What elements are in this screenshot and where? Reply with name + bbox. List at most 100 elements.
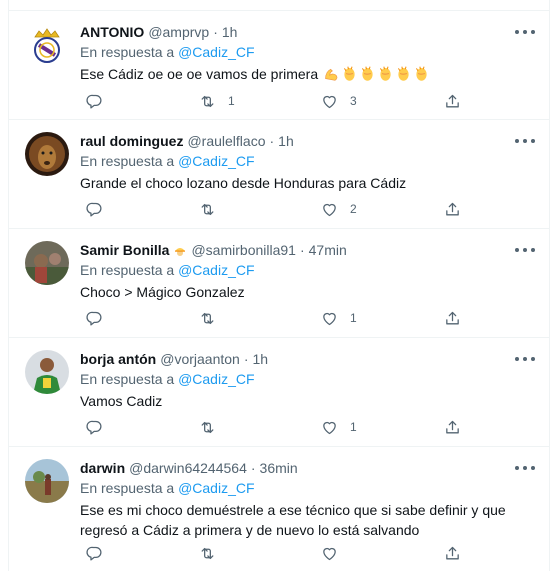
- share-button[interactable]: [444, 199, 461, 219]
- share-icon: [444, 93, 461, 110]
- display-name[interactable]: ANTONIO: [80, 23, 144, 42]
- reply-prefix: En respuesta a: [80, 44, 175, 60]
- clapping-hands-emoji-icon: [377, 65, 394, 82]
- reply-icon: [86, 93, 103, 110]
- user-handle[interactable]: @darwin64244564: [129, 459, 247, 478]
- like-button[interactable]: [321, 543, 350, 563]
- timestamp[interactable]: 1h: [253, 350, 269, 369]
- mention-link[interactable]: @Cadiz_CF: [178, 153, 254, 169]
- separator: ·: [243, 351, 249, 367]
- mention-link[interactable]: @Cadiz_CF: [178, 262, 254, 278]
- share-icon: [444, 545, 461, 562]
- display-name[interactable]: raul dominguez: [80, 132, 183, 151]
- tweet-header: darwin @darwin64244564 · 36min: [80, 459, 533, 478]
- separator: ·: [299, 242, 305, 258]
- reply-prefix: En respuesta a: [80, 480, 175, 496]
- reply-icon: [86, 310, 103, 327]
- avatar[interactable]: [25, 459, 69, 503]
- reply-button[interactable]: [86, 91, 115, 111]
- avatar[interactable]: [25, 132, 69, 176]
- tweet-actions: 2: [80, 199, 470, 219]
- separator: ·: [250, 460, 256, 476]
- reply-button[interactable]: [86, 308, 115, 328]
- user-handle[interactable]: @raulelflaco: [187, 132, 265, 151]
- share-button[interactable]: [444, 417, 461, 437]
- reply-icon: [86, 545, 103, 562]
- tweet-actions: 1: [80, 417, 470, 437]
- tweet[interactable]: ANTONIO @amprvp · 1h En respuesta a @Cad…: [9, 10, 549, 120]
- retweet-button[interactable]: [199, 308, 228, 328]
- tweet[interactable]: borja antón @vorjaanton · 1h En respuest…: [9, 338, 549, 447]
- retweet-button[interactable]: 1: [199, 91, 235, 111]
- reply-context: En respuesta a @Cadiz_CF: [80, 479, 533, 498]
- share-icon: [444, 201, 461, 218]
- retweet-icon: [199, 310, 216, 327]
- like-button[interactable]: 1: [321, 308, 357, 328]
- reply-button[interactable]: [86, 543, 115, 563]
- tweet-content: raul dominguez @raulelflaco · 1h En resp…: [80, 132, 533, 193]
- share-button[interactable]: [444, 91, 461, 111]
- share-button[interactable]: [444, 308, 461, 328]
- tweet-header: borja antón @vorjaanton · 1h: [80, 350, 533, 369]
- retweet-count: 1: [228, 94, 235, 108]
- reply-button[interactable]: [86, 417, 115, 437]
- like-button[interactable]: 3: [321, 91, 357, 111]
- tweet-header: ANTONIO @amprvp · 1h: [80, 23, 533, 42]
- user-handle[interactable]: @samirbonilla91: [191, 241, 295, 260]
- tweet-actions: [80, 543, 470, 563]
- tweet[interactable]: darwin @darwin64244564 · 36min En respue…: [9, 447, 549, 571]
- heart-icon: [321, 93, 338, 110]
- retweet-icon: [199, 93, 216, 110]
- clapping-hands-emoji-icon: [395, 65, 412, 82]
- avatar[interactable]: [25, 23, 69, 67]
- tweet[interactable]: Samir Bonilla @samirbonilla91 · 47min En…: [9, 229, 549, 338]
- tweet-text: Ese es mi choco demuéstrele a ese técnic…: [80, 502, 506, 538]
- reply-icon: [86, 201, 103, 218]
- tweet-header: Samir Bonilla @samirbonilla91 · 47min: [80, 241, 533, 260]
- like-button[interactable]: 1: [321, 417, 357, 437]
- display-name[interactable]: borja antón: [80, 350, 156, 369]
- retweet-button[interactable]: [199, 543, 228, 563]
- flexed-biceps-emoji-icon: [323, 65, 340, 82]
- tweet-content: ANTONIO @amprvp · 1h En respuesta a @Cad…: [80, 23, 533, 84]
- share-button[interactable]: [444, 543, 461, 563]
- display-name[interactable]: Samir Bonilla: [80, 241, 169, 260]
- tweet-text: Choco > Mágico Gonzalez: [80, 284, 245, 300]
- timestamp[interactable]: 47min: [309, 241, 347, 260]
- more-options-icon[interactable]: [515, 134, 535, 148]
- timestamp[interactable]: 1h: [278, 132, 294, 151]
- more-options-icon[interactable]: [515, 243, 535, 257]
- mention-link[interactable]: @Cadiz_CF: [178, 480, 254, 496]
- tweet-content: Samir Bonilla @samirbonilla91 · 47min En…: [80, 241, 533, 302]
- user-handle[interactable]: @vorjaanton: [160, 350, 240, 369]
- retweet-button[interactable]: [199, 199, 228, 219]
- more-options-icon[interactable]: [515, 461, 535, 475]
- avatar[interactable]: [25, 241, 69, 285]
- mention-link[interactable]: @Cadiz_CF: [178, 371, 254, 387]
- timestamp[interactable]: 36min: [260, 459, 298, 478]
- reply-context: En respuesta a @Cadiz_CF: [80, 152, 533, 171]
- reply-context: En respuesta a @Cadiz_CF: [80, 261, 533, 280]
- tweet-content: darwin @darwin64244564 · 36min En respue…: [80, 459, 533, 540]
- tweet-actions: 1 3: [80, 91, 470, 111]
- user-handle[interactable]: @amprvp: [148, 23, 209, 42]
- tweet-actions: 1: [80, 308, 470, 328]
- reply-prefix: En respuesta a: [80, 262, 175, 278]
- retweet-button[interactable]: [199, 417, 228, 437]
- tweet-content: borja antón @vorjaanton · 1h En respuest…: [80, 350, 533, 411]
- tweet-text: Grande el choco lozano desde Honduras pa…: [80, 175, 407, 191]
- timestamp[interactable]: 1h: [222, 23, 238, 42]
- more-options-icon[interactable]: [515, 25, 535, 39]
- reply-button[interactable]: [86, 199, 115, 219]
- display-name[interactable]: darwin: [80, 459, 125, 478]
- tweet[interactable]: raul dominguez @raulelflaco · 1h En resp…: [9, 120, 549, 229]
- mention-link[interactable]: @Cadiz_CF: [178, 44, 254, 60]
- avatar[interactable]: [25, 350, 69, 394]
- more-options-icon[interactable]: [515, 352, 535, 366]
- reply-context: En respuesta a @Cadiz_CF: [80, 43, 533, 62]
- tweet-header: raul dominguez @raulelflaco · 1h: [80, 132, 533, 151]
- heart-icon: [321, 310, 338, 327]
- like-count: 3: [350, 94, 357, 108]
- clapping-hands-emoji-icon: [341, 65, 358, 82]
- like-button[interactable]: 2: [321, 199, 357, 219]
